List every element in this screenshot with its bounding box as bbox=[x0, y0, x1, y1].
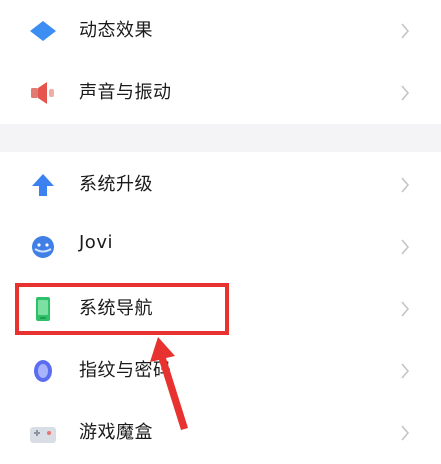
settings-item-label: 指纹与密码 bbox=[79, 360, 172, 381]
settings-item-label: 游戏魔盒 bbox=[79, 422, 153, 443]
chevron-right-icon bbox=[401, 177, 410, 193]
diamond-icon bbox=[30, 21, 56, 41]
settings-item-dynamic-effects[interactable]: 动态效果 bbox=[0, 0, 441, 62]
settings-item-label: 系统升级 bbox=[79, 174, 153, 195]
chevron-right-icon bbox=[401, 239, 410, 255]
game-box-icon bbox=[30, 427, 56, 443]
chevron-right-icon bbox=[401, 363, 410, 379]
settings-item-system-upgrade[interactable]: 系统升级 bbox=[0, 154, 441, 216]
settings-item-sound-vibration[interactable]: 声音与振动 bbox=[0, 62, 441, 124]
fingerprint-icon bbox=[34, 360, 52, 382]
chevron-right-icon bbox=[401, 23, 410, 39]
settings-item-label: Jovi bbox=[79, 232, 113, 253]
section-divider bbox=[0, 124, 441, 152]
settings-item-label: 动态效果 bbox=[79, 20, 153, 41]
annotation-highlight-box bbox=[15, 283, 229, 335]
chevron-right-icon bbox=[401, 301, 410, 317]
settings-item-game-box[interactable]: 游戏魔盒 bbox=[0, 402, 441, 464]
chevron-right-icon bbox=[401, 425, 410, 441]
settings-item-jovi[interactable]: Jovi bbox=[0, 216, 441, 278]
speaker-icon bbox=[31, 82, 54, 104]
jovi-icon bbox=[32, 236, 54, 258]
settings-list: 动态效果 声音与振动 系统升级 Jovi 系统导航 指纹与密码 游戏魔盒 bbox=[0, 0, 441, 443]
settings-item-fingerprint-password[interactable]: 指纹与密码 bbox=[0, 340, 441, 402]
upgrade-arrow-icon bbox=[32, 174, 54, 196]
settings-item-label: 声音与振动 bbox=[79, 82, 172, 103]
chevron-right-icon bbox=[401, 85, 410, 101]
